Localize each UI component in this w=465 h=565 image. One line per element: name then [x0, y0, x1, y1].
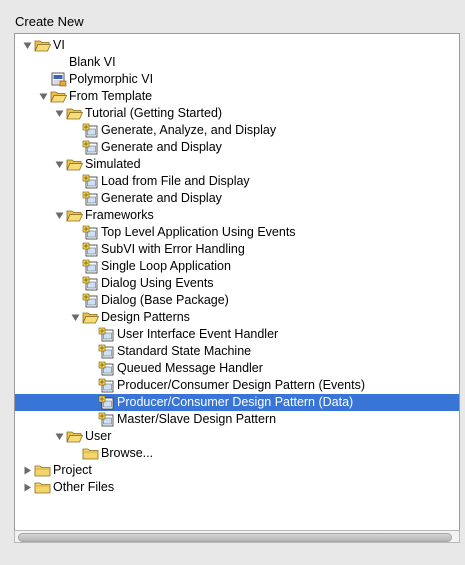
- vi-template-icon: [98, 344, 115, 359]
- vi-template-icon: [82, 293, 99, 308]
- disclosure-expanded-icon[interactable]: [54, 428, 65, 445]
- tree-item-label: Load from File and Display: [101, 174, 250, 188]
- tree-item-label: Browse...: [101, 446, 154, 460]
- tree-item-label: User Interface Event Handler: [117, 327, 279, 341]
- tree-item[interactable]: User: [15, 428, 459, 445]
- disclosure-collapsed-icon[interactable]: [22, 462, 33, 479]
- create-new-tree[interactable]: VI Blank VI Polymorphic VI From Template Tut…: [14, 33, 460, 543]
- tree-item-label: Generate and Display: [101, 191, 222, 205]
- tree-item[interactable]: Producer/Consumer Design Pattern (Events…: [15, 377, 459, 394]
- tree-item-label: Dialog (Base Package): [101, 293, 229, 307]
- tree-item[interactable]: Generate, Analyze, and Display: [15, 122, 459, 139]
- folder-icon: [66, 429, 84, 444]
- tree-item-label: Producer/Consumer Design Pattern (Data): [117, 395, 354, 409]
- disclosure-expanded-icon[interactable]: [38, 88, 49, 105]
- tree-item[interactable]: Dialog Using Events: [15, 275, 459, 292]
- tree-item-label: VI: [53, 38, 65, 52]
- tree-item-label: Polymorphic VI: [69, 72, 154, 86]
- folder-icon: [66, 106, 84, 121]
- tree-item[interactable]: Standard State Machine: [15, 343, 459, 360]
- horizontal-scrollbar[interactable]: [14, 530, 460, 543]
- tree-item-label: User: [85, 429, 112, 443]
- vi-template-icon: [98, 327, 115, 342]
- tree-item[interactable]: Single Loop Application: [15, 258, 459, 275]
- tree-item-label: From Template: [69, 89, 153, 103]
- folder-icon: [34, 38, 52, 53]
- vi-template-icon: [82, 242, 99, 257]
- tree-item[interactable]: Master/Slave Design Pattern: [15, 411, 459, 428]
- tree-item[interactable]: SubVI with Error Handling: [15, 241, 459, 258]
- tree-item-label: Generate, Analyze, and Display: [101, 123, 277, 137]
- vi-template-icon: [82, 191, 99, 206]
- disclosure-expanded-icon[interactable]: [54, 156, 65, 173]
- vi-template-icon: [82, 174, 99, 189]
- disclosure-expanded-icon[interactable]: [22, 37, 33, 54]
- polymorphic-vi-icon: [50, 72, 67, 87]
- folder-icon: [34, 480, 51, 495]
- vi-template-icon: [82, 225, 99, 240]
- tree-item[interactable]: User Interface Event Handler: [15, 326, 459, 343]
- tree-item[interactable]: Browse...: [15, 445, 459, 462]
- tree-item[interactable]: Simulated: [15, 156, 459, 173]
- tree-item-label: Blank VI: [69, 55, 116, 69]
- folder-icon: [82, 446, 99, 461]
- tree-item[interactable]: Frameworks: [15, 207, 459, 224]
- vi-template-icon: [82, 140, 99, 155]
- scrollbar-thumb[interactable]: [18, 533, 452, 542]
- tree-item-label: Single Loop Application: [101, 259, 231, 273]
- vi-template-icon: [82, 259, 99, 274]
- disclosure-expanded-icon[interactable]: [54, 105, 65, 122]
- tree-item[interactable]: Dialog (Base Package): [15, 292, 459, 309]
- folder-icon: [50, 89, 68, 104]
- vi-template-icon: [98, 412, 115, 427]
- disclosure-expanded-icon[interactable]: [54, 207, 65, 224]
- tree-item[interactable]: From Template: [15, 88, 459, 105]
- tree-item-label: SubVI with Error Handling: [101, 242, 245, 256]
- disclosure-collapsed-icon[interactable]: [22, 479, 33, 496]
- disclosure-expanded-icon[interactable]: [70, 309, 81, 326]
- tree-item[interactable]: Project: [15, 462, 459, 479]
- tree-item[interactable]: Generate and Display: [15, 190, 459, 207]
- tree-item[interactable]: Generate and Display: [15, 139, 459, 156]
- vi-template-icon: [98, 378, 115, 393]
- tree-item-label: Master/Slave Design Pattern: [117, 412, 277, 426]
- tree-item-label: Producer/Consumer Design Pattern (Events…: [117, 378, 366, 392]
- tree-item-label: Top Level Application Using Events: [101, 225, 296, 239]
- vi-template-icon: [98, 361, 115, 376]
- tree-item[interactable]: Producer/Consumer Design Pattern (Data): [15, 394, 459, 411]
- vi-template-icon: [82, 276, 99, 291]
- vi-template-icon: [98, 395, 115, 410]
- tree-item[interactable]: Queued Message Handler: [15, 360, 459, 377]
- folder-icon: [66, 208, 84, 223]
- tree-item[interactable]: Load from File and Display: [15, 173, 459, 190]
- tree-item[interactable]: Top Level Application Using Events: [15, 224, 459, 241]
- vi-template-icon: [82, 123, 99, 138]
- tree-item[interactable]: Other Files: [15, 479, 459, 496]
- folder-icon: [82, 310, 100, 325]
- folder-icon: [34, 463, 51, 478]
- tree-item[interactable]: Design Patterns: [15, 309, 459, 326]
- tree-item-label: Dialog Using Events: [101, 276, 214, 290]
- tree-item-label: Generate and Display: [101, 140, 222, 154]
- tree-item[interactable]: VI: [15, 37, 459, 54]
- tree-item-label: Simulated: [85, 157, 141, 171]
- tree-item-label: Other Files: [53, 480, 115, 494]
- tree-item[interactable]: Polymorphic VI: [15, 71, 459, 88]
- tree-item-label: Tutorial (Getting Started): [85, 106, 223, 120]
- tree-item-label: Queued Message Handler: [117, 361, 263, 375]
- tree-item[interactable]: Blank VI: [15, 54, 459, 71]
- tree-item-label: Standard State Machine: [117, 344, 252, 358]
- tree-item-label: Frameworks: [85, 208, 154, 222]
- create-new-title: Create New: [15, 14, 84, 29]
- tree-item-label: Design Patterns: [101, 310, 190, 324]
- folder-icon: [66, 157, 84, 172]
- tree-item-label: Project: [53, 463, 92, 477]
- tree-item[interactable]: Tutorial (Getting Started): [15, 105, 459, 122]
